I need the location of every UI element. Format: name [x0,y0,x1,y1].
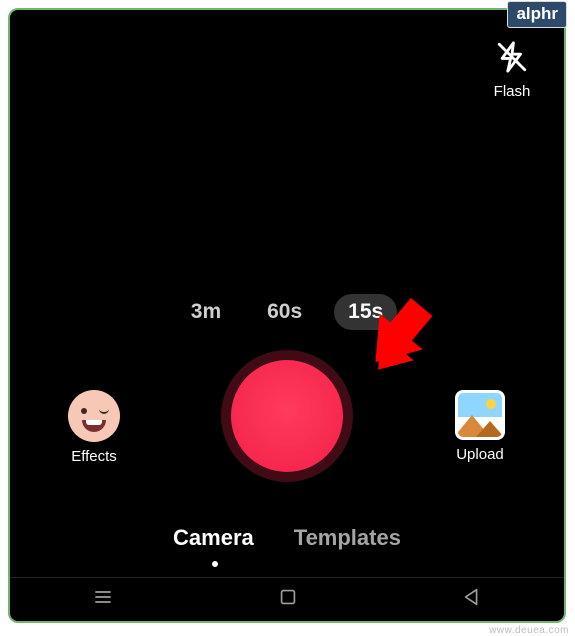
tab-templates[interactable]: Templates [294,525,401,551]
duration-60s[interactable]: 60s [253,294,316,330]
flash-button[interactable]: Flash [482,40,542,100]
record-button-inner [231,360,343,472]
effects-button[interactable]: Effects [54,390,134,465]
duration-selector: 3m 60s 15s [10,294,564,330]
upload-button[interactable]: Upload [440,390,520,463]
nav-back-button[interactable] [461,586,483,613]
mode-tabs: Camera Templates [10,525,564,551]
gallery-icon [455,390,505,440]
upload-label: Upload [456,446,504,463]
camera-screen: Flash 3m 60s 15s Effects Up [8,8,566,623]
alphr-badge: alphr [507,1,567,28]
effects-label: Effects [71,448,117,465]
duration-3m[interactable]: 3m [177,294,235,330]
nav-home-button[interactable] [277,586,299,613]
wink-face-icon [68,390,120,442]
record-button[interactable] [221,350,353,482]
nav-menu-button[interactable] [91,585,115,614]
flash-label: Flash [494,83,531,100]
tab-indicator-dot [212,561,218,567]
watermark: www.deuea.com [489,625,569,636]
android-navbar [10,577,564,621]
tab-camera[interactable]: Camera [173,525,254,551]
flash-off-icon [495,40,529,79]
